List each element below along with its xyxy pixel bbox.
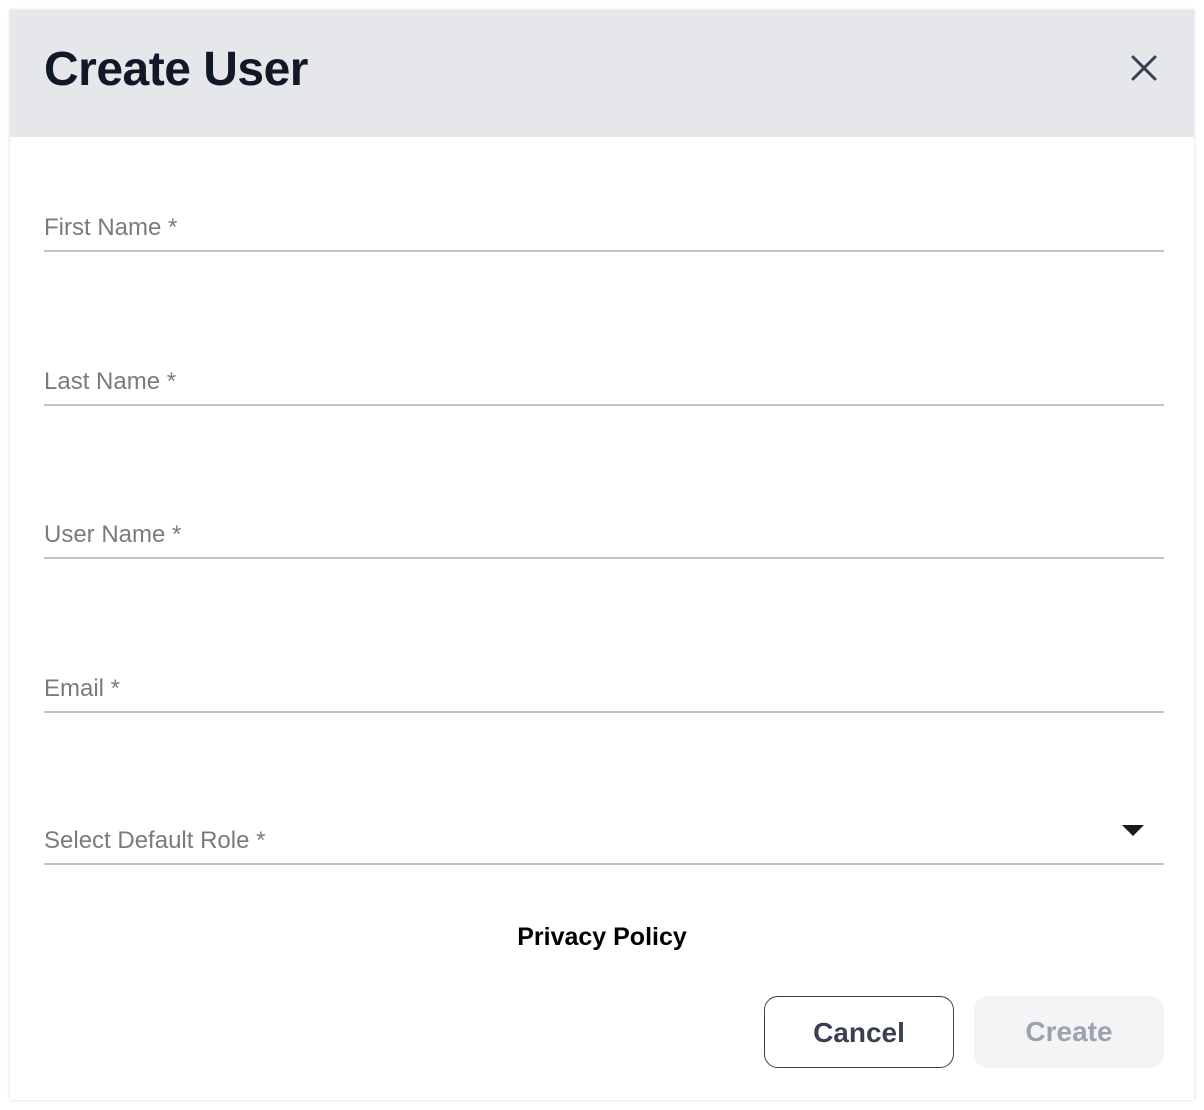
- default-role-select[interactable]: Select Default Role *: [44, 803, 1164, 865]
- create-button[interactable]: Create: [974, 996, 1164, 1068]
- user-name-input[interactable]: [44, 497, 1164, 557]
- close-button[interactable]: [1126, 50, 1162, 86]
- create-user-dialog: Create User First Name * Last Name * Use…: [10, 10, 1194, 1100]
- dialog-title: Create User: [44, 43, 308, 96]
- cancel-button[interactable]: Cancel: [764, 996, 954, 1068]
- last-name-field[interactable]: Last Name *: [44, 344, 1164, 406]
- privacy-policy-link[interactable]: Privacy Policy: [10, 922, 1194, 952]
- first-name-field[interactable]: First Name *: [44, 190, 1164, 252]
- email-field[interactable]: Email *: [44, 651, 1164, 713]
- user-name-field[interactable]: User Name *: [44, 497, 1164, 559]
- dropdown-arrow-icon[interactable]: [1122, 825, 1144, 836]
- close-icon: [1131, 55, 1157, 81]
- first-name-input[interactable]: [44, 190, 1164, 250]
- default-role-label: Select Default Role *: [44, 827, 266, 854]
- dialog-header: Create User: [10, 10, 1194, 137]
- last-name-input[interactable]: [44, 344, 1164, 404]
- email-input[interactable]: [44, 651, 1164, 711]
